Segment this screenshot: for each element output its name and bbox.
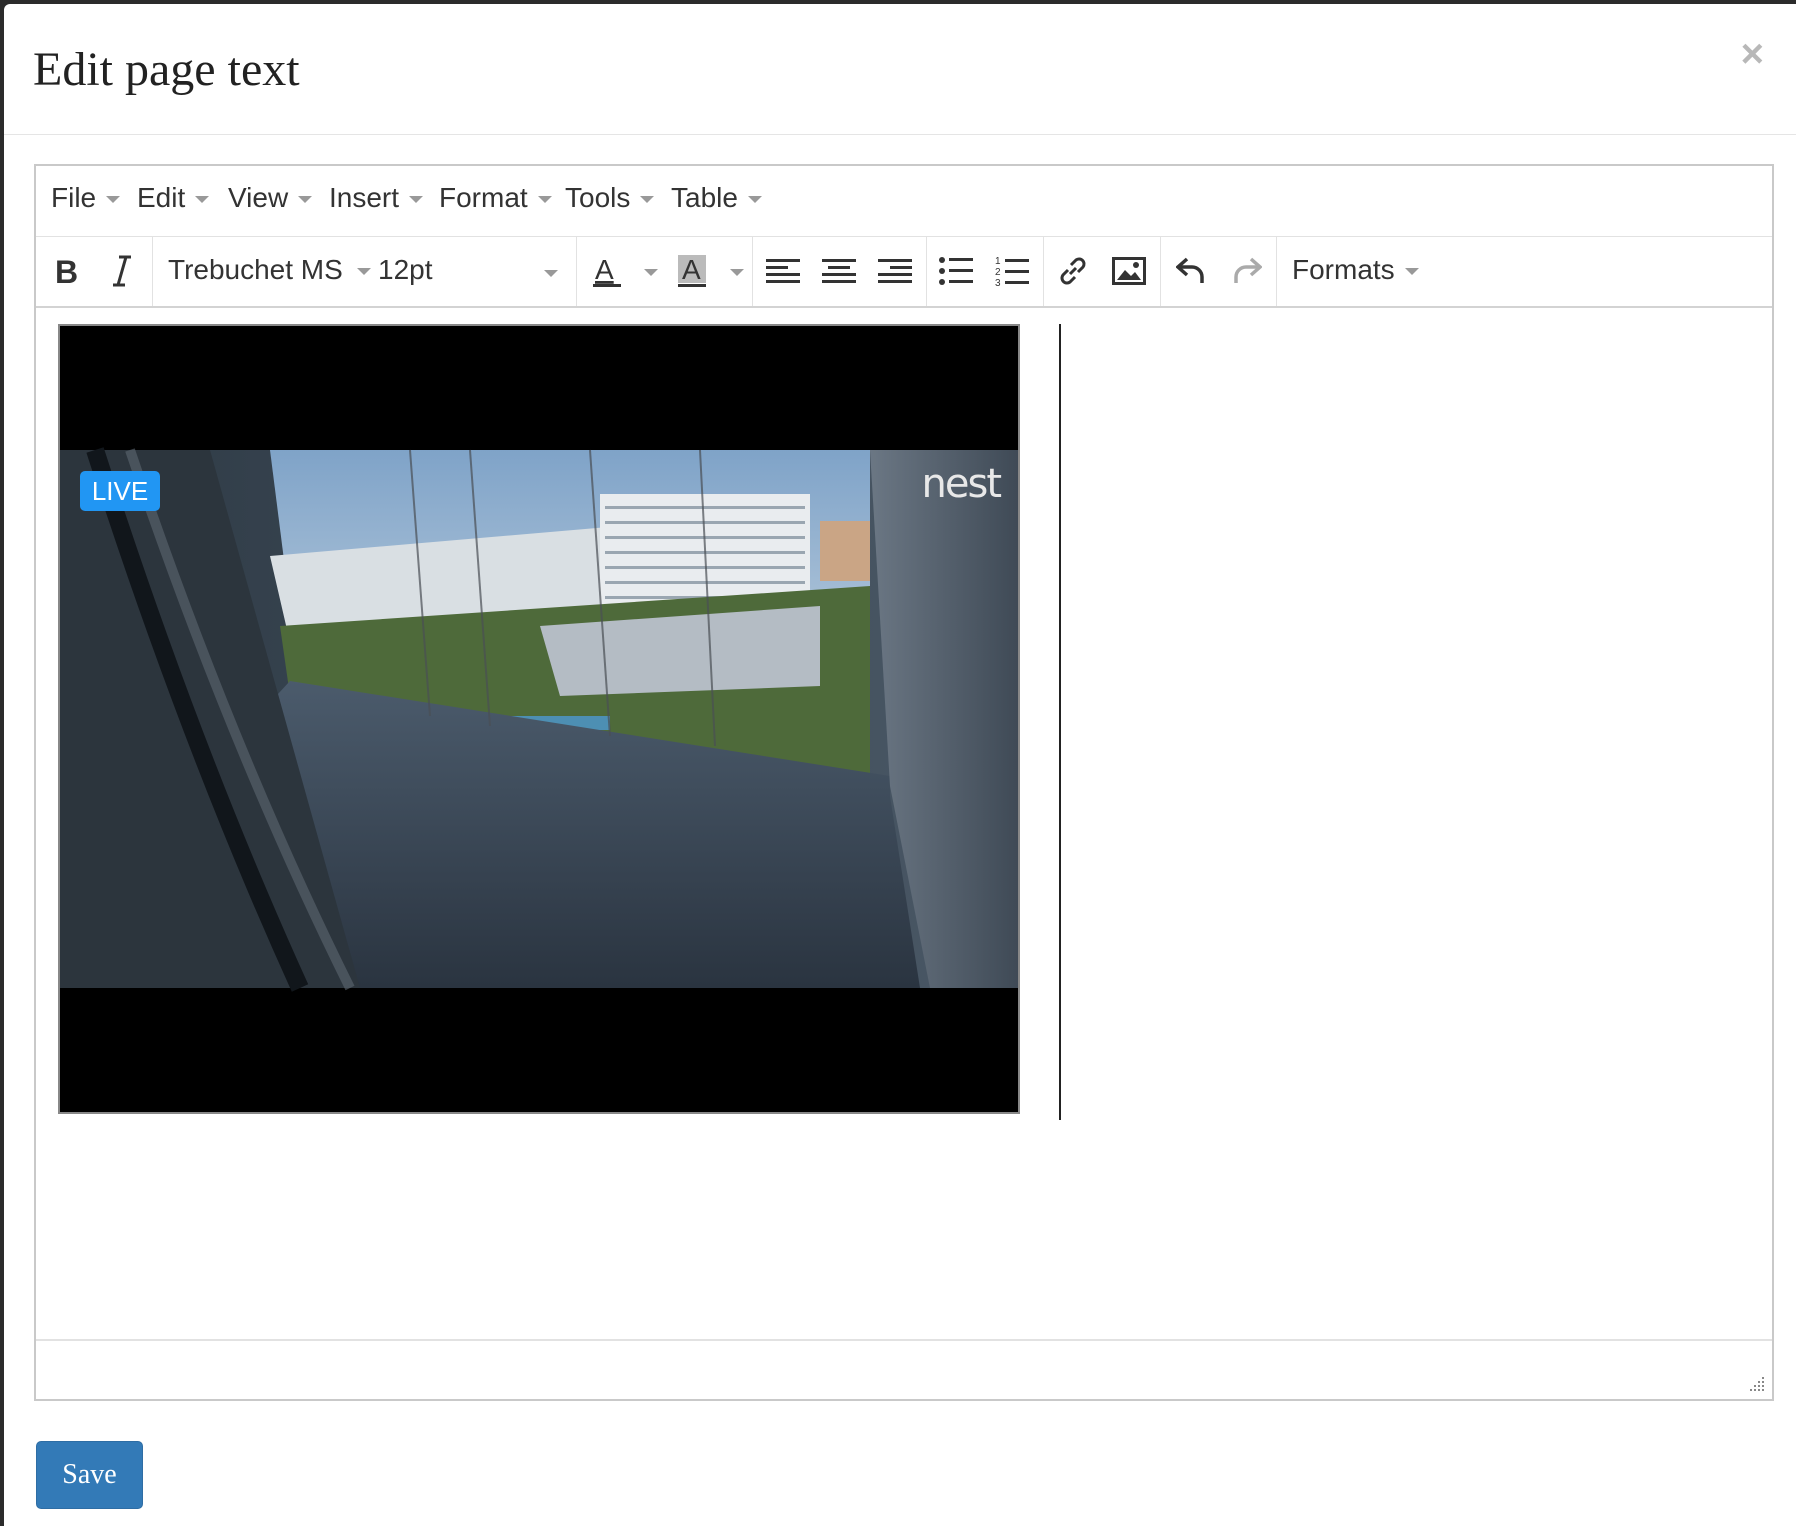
formats-dropdown[interactable]: Formats bbox=[1292, 254, 1419, 286]
toolbar-separator bbox=[1160, 236, 1161, 306]
menu-insert-label: Insert bbox=[329, 182, 400, 213]
chevron-down-icon bbox=[409, 195, 424, 203]
menu-view-label: View bbox=[228, 182, 289, 213]
link-icon bbox=[1060, 257, 1086, 285]
chevron-down-icon bbox=[1404, 267, 1419, 275]
menu-tools-label: Tools bbox=[565, 182, 631, 213]
menu-file-label: File bbox=[51, 182, 97, 213]
bold-icon: B bbox=[55, 256, 78, 286]
toolbar-separator bbox=[752, 236, 753, 306]
chevron-down-icon bbox=[640, 195, 655, 203]
svg-text:1: 1 bbox=[995, 256, 1001, 267]
embedded-video[interactable]: LIVE nest bbox=[58, 324, 1020, 1114]
rich-text-editor: File Edit View Insert Format Tools Table… bbox=[34, 164, 1774, 1401]
undo-icon bbox=[1176, 257, 1204, 283]
numbered-list-icon: 1 2 3 bbox=[995, 256, 1029, 287]
font-family-value: Trebuchet MS bbox=[168, 254, 343, 285]
numbered-list-button[interactable]: 1 2 3 bbox=[987, 246, 1037, 296]
italic-icon bbox=[113, 255, 131, 287]
align-right-button[interactable] bbox=[870, 246, 920, 296]
text-color-icon: A bbox=[593, 254, 658, 287]
svg-text:3: 3 bbox=[995, 278, 1001, 287]
font-size-value: 12pt bbox=[378, 254, 433, 285]
align-left-button[interactable] bbox=[758, 246, 808, 296]
background-color-icon: A bbox=[678, 254, 744, 287]
menu-tools[interactable]: Tools bbox=[565, 182, 655, 214]
menu-format-label: Format bbox=[439, 182, 528, 213]
camera-feed-image bbox=[60, 447, 1018, 992]
align-right-icon bbox=[878, 259, 912, 283]
toolbar-separator bbox=[152, 236, 153, 306]
svg-text:B: B bbox=[55, 256, 78, 286]
image-icon bbox=[1112, 257, 1146, 285]
toolbar-separator bbox=[576, 236, 577, 306]
text-cursor bbox=[1059, 324, 1061, 1120]
formats-label: Formats bbox=[1292, 254, 1395, 285]
insert-link-button[interactable] bbox=[1048, 246, 1098, 296]
toolbar-separator bbox=[926, 236, 927, 306]
dialog-title: Edit page text bbox=[33, 43, 300, 96]
svg-text:A: A bbox=[682, 254, 701, 285]
menu-edit-label: Edit bbox=[137, 182, 186, 213]
align-left-icon bbox=[766, 259, 800, 283]
edit-dialog: Edit page text × File Edit View Insert F… bbox=[4, 4, 1796, 1526]
svg-text:2: 2 bbox=[995, 267, 1001, 278]
close-icon[interactable]: × bbox=[1741, 34, 1764, 74]
font-size-select[interactable]: 12pt bbox=[378, 254, 558, 286]
text-color-button[interactable]: A bbox=[582, 246, 672, 296]
chevron-down-icon bbox=[298, 195, 313, 203]
menu-insert[interactable]: Insert bbox=[329, 182, 424, 214]
svg-text:A: A bbox=[595, 254, 614, 285]
dialog-header: Edit page text × bbox=[4, 4, 1796, 135]
editor-menubar: File Edit View Insert Format Tools Table bbox=[36, 166, 1772, 237]
resize-handle-icon[interactable] bbox=[1746, 1373, 1766, 1393]
menu-table[interactable]: Table bbox=[671, 182, 762, 214]
chevron-down-icon bbox=[195, 195, 210, 203]
bullet-list-icon bbox=[939, 257, 973, 285]
menu-edit[interactable]: Edit bbox=[137, 182, 210, 214]
chevron-down-icon bbox=[544, 270, 558, 277]
chevron-down-icon bbox=[106, 195, 121, 203]
menu-file[interactable]: File bbox=[51, 182, 121, 214]
nest-logo: nest bbox=[921, 461, 1002, 507]
chevron-down-icon bbox=[747, 195, 762, 203]
font-family-select[interactable]: Trebuchet MS bbox=[168, 254, 371, 286]
align-center-icon bbox=[822, 259, 856, 283]
italic-button[interactable] bbox=[97, 246, 147, 296]
background-color-button[interactable]: A bbox=[669, 246, 759, 296]
insert-image-button[interactable] bbox=[1104, 246, 1154, 296]
editor-statusbar bbox=[36, 1339, 1772, 1399]
chevron-down-icon bbox=[356, 267, 371, 275]
live-badge: LIVE bbox=[80, 471, 160, 511]
redo-icon bbox=[1234, 257, 1262, 283]
redo-button[interactable] bbox=[1222, 246, 1272, 296]
bold-button[interactable]: B bbox=[41, 246, 91, 296]
bullet-list-button[interactable] bbox=[931, 246, 981, 296]
toolbar-separator bbox=[1043, 236, 1044, 306]
menu-table-label: Table bbox=[671, 182, 738, 213]
editor-content-area[interactable]: LIVE nest bbox=[36, 306, 1772, 1356]
save-button[interactable]: Save bbox=[36, 1441, 143, 1509]
chevron-down-icon bbox=[537, 195, 552, 203]
menu-view[interactable]: View bbox=[228, 182, 313, 214]
editor-toolbar: B Trebuchet MS 12pt A A 1 2 3 Formats bbox=[36, 236, 1772, 308]
undo-button[interactable] bbox=[1166, 246, 1216, 296]
align-center-button[interactable] bbox=[814, 246, 864, 296]
menu-format[interactable]: Format bbox=[439, 182, 552, 214]
toolbar-separator bbox=[1276, 236, 1277, 306]
